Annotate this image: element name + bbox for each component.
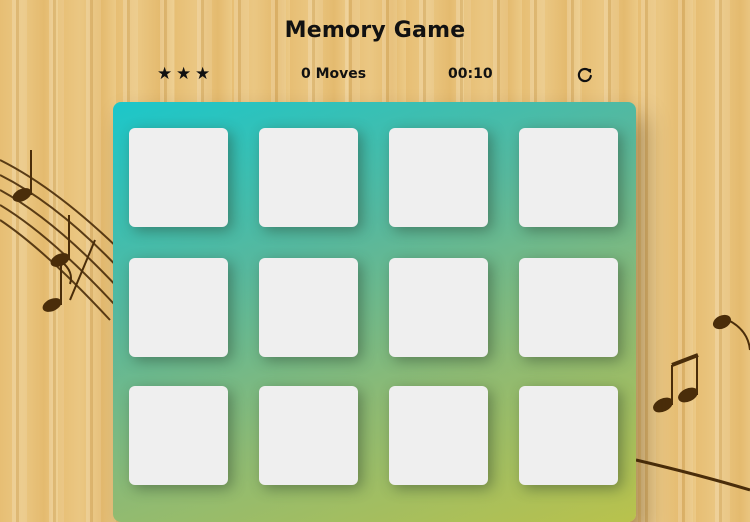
star-icon: ★ (157, 64, 173, 84)
restart-icon[interactable] (576, 66, 594, 84)
game-timer: 00:10 (448, 66, 493, 82)
card[interactable] (519, 128, 618, 227)
card-deck (113, 102, 636, 522)
game-title: Memory Game (284, 18, 466, 43)
card[interactable] (389, 128, 488, 227)
card[interactable] (259, 386, 358, 485)
score-panel: ★ ★ ★ 0 Moves 00:10 (0, 64, 750, 86)
card[interactable] (389, 386, 488, 485)
card[interactable] (129, 386, 228, 485)
star-icon: ★ (176, 64, 192, 84)
card[interactable] (389, 258, 488, 357)
card[interactable] (519, 258, 618, 357)
card[interactable] (259, 258, 358, 357)
card[interactable] (129, 128, 228, 227)
moves-counter: 0 Moves (301, 66, 367, 82)
card[interactable] (129, 258, 228, 357)
card[interactable] (519, 386, 618, 485)
star-rating: ★ ★ ★ (157, 64, 210, 84)
star-icon: ★ (195, 64, 211, 84)
card[interactable] (259, 128, 358, 227)
